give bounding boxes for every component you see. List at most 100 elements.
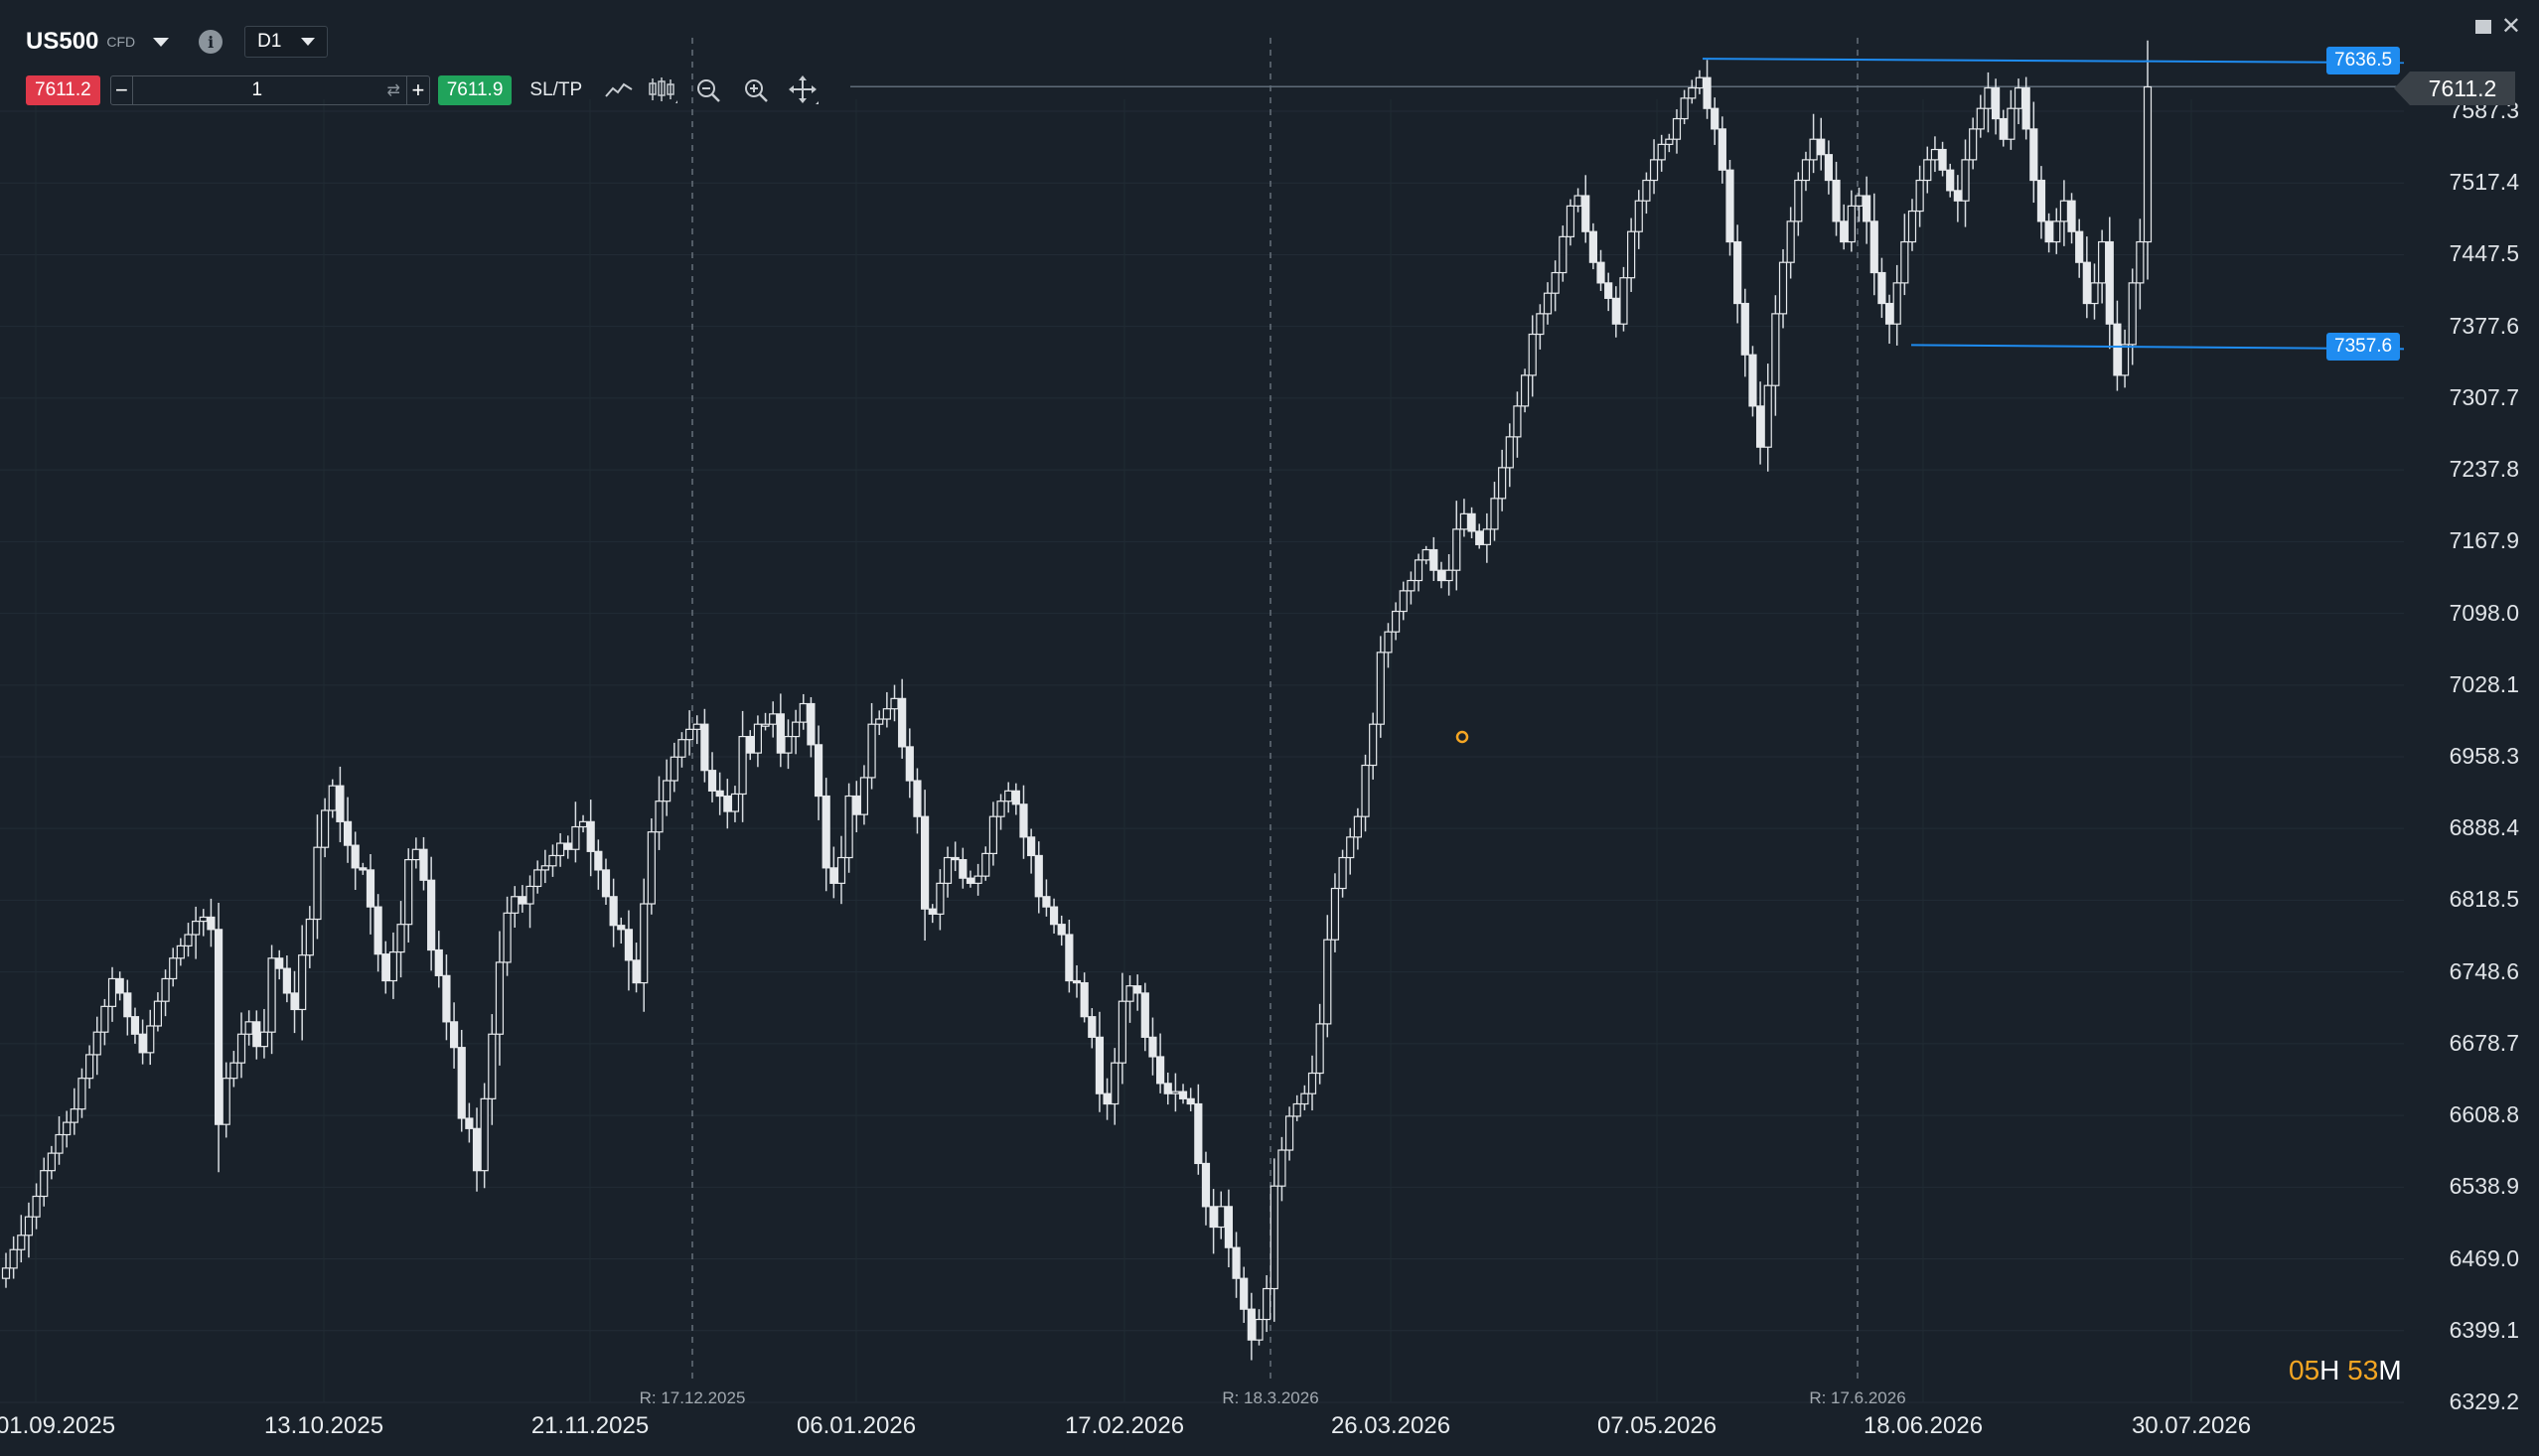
candle	[959, 847, 968, 889]
candle	[1353, 807, 1362, 850]
quantity-input[interactable]	[133, 78, 381, 102]
horizontal-line-tag[interactable]: 7357.6	[2326, 333, 2401, 362]
candle	[1042, 879, 1051, 917]
candle	[207, 898, 216, 947]
candle-body-up	[540, 865, 549, 871]
candle-body-down	[2082, 261, 2091, 305]
candle-body-up	[890, 697, 899, 710]
candle-body-down	[905, 746, 914, 782]
candle-body-down	[1711, 107, 1719, 130]
candle	[1475, 523, 1484, 549]
candle	[609, 878, 618, 947]
price-tick-label: 7028.1	[2449, 670, 2519, 697]
candle	[373, 894, 382, 972]
candle-body-up	[1855, 195, 1864, 207]
candle	[1847, 190, 1856, 252]
date-tick-label: 21.11.2025	[530, 1412, 650, 1439]
candle	[138, 1019, 147, 1065]
candlestick-series[interactable]	[1, 40, 2153, 1361]
candle	[981, 846, 990, 881]
candle	[1907, 199, 1917, 251]
candle	[792, 709, 801, 755]
candle	[1513, 391, 1522, 458]
trade-marker[interactable]	[1455, 730, 1469, 744]
candle-body-down	[343, 820, 353, 846]
candle	[1467, 507, 1476, 538]
candle	[1763, 364, 1772, 472]
buy-price-button[interactable]: 7611.9	[437, 75, 513, 105]
price-chart[interactable]	[0, 0, 2539, 1456]
candle	[236, 1012, 246, 1079]
horizontal-line-tag[interactable]: 7636.5	[2326, 47, 2401, 75]
candle-body-down	[115, 977, 124, 994]
candle	[40, 1157, 49, 1207]
candle-body-up	[229, 1062, 238, 1080]
order-row: 7611.2 − ⇄ + 7611.9 SL/TP	[26, 73, 820, 107]
quantity-increase-button[interactable]: +	[406, 76, 429, 104]
candle-body-up	[525, 885, 534, 905]
candle-body-up	[1573, 195, 1582, 207]
candle	[1421, 545, 1430, 565]
minimize-icon[interactable]	[2474, 20, 2491, 34]
candle	[601, 858, 611, 906]
symbol-dropdown-icon[interactable]	[153, 37, 170, 47]
zoom-out-icon[interactable]	[693, 75, 723, 105]
candle	[411, 837, 420, 869]
sltp-button[interactable]: SL/TP	[529, 79, 582, 101]
quantity-stepper[interactable]: − ⇄ +	[109, 75, 430, 105]
candle-body-up	[1125, 985, 1134, 1002]
candle-body-up	[792, 721, 801, 738]
candle	[1034, 841, 1043, 914]
candle-body-up	[305, 918, 314, 956]
candle	[746, 730, 755, 761]
candle-body-up	[2136, 240, 2145, 284]
candle-body-up	[1961, 159, 1970, 202]
candle-body-up	[844, 795, 853, 859]
candle-body-down	[1436, 569, 1446, 582]
line-chart-icon[interactable]	[604, 75, 634, 105]
candle-body-down	[1467, 512, 1476, 532]
candle-body-up	[936, 882, 945, 915]
candle-body-up	[9, 1248, 18, 1269]
candle-body-down	[563, 842, 572, 850]
candle	[24, 1202, 34, 1258]
candle-body-up	[738, 735, 747, 796]
candle	[1011, 783, 1020, 815]
candle	[1551, 260, 1560, 312]
candle	[692, 715, 701, 745]
candle-body-down	[1604, 282, 1613, 299]
candlestick-icon[interactable]	[648, 75, 678, 105]
zoom-in-icon[interactable]	[741, 75, 771, 105]
sell-price-button[interactable]: 7611.2	[26, 75, 100, 105]
candle	[518, 885, 526, 913]
info-icon[interactable]: i	[199, 30, 224, 54]
candle	[715, 772, 724, 815]
candle-body-down	[1240, 1277, 1249, 1310]
candle-body-up	[267, 957, 276, 1033]
candle	[1869, 193, 1878, 296]
candle	[1072, 964, 1082, 998]
candle	[55, 1115, 64, 1165]
candle	[503, 896, 512, 976]
candle	[115, 971, 124, 1001]
candle-body-up	[2098, 240, 2107, 284]
candle-body-down	[1178, 1091, 1188, 1099]
close-icon[interactable]: ✕	[2501, 15, 2521, 39]
candle	[161, 969, 170, 1017]
timeframe-select[interactable]: D1	[244, 26, 329, 58]
candle-body-down	[1019, 803, 1028, 838]
candle-body-down	[829, 867, 838, 884]
candle	[1255, 1309, 1264, 1346]
candle-body-up	[1627, 230, 1636, 279]
candle	[1634, 190, 1643, 249]
candle	[1436, 561, 1446, 589]
candle-body-down	[457, 1047, 466, 1119]
crosshair-move-icon[interactable]	[789, 75, 820, 105]
candle-body-up	[1384, 631, 1393, 654]
candle	[2128, 268, 2137, 365]
candle	[427, 856, 436, 971]
quantity-decrease-button[interactable]: −	[111, 76, 134, 104]
swap-icon[interactable]: ⇄	[380, 80, 406, 100]
candle	[890, 684, 899, 722]
candle-body-up	[799, 702, 808, 723]
